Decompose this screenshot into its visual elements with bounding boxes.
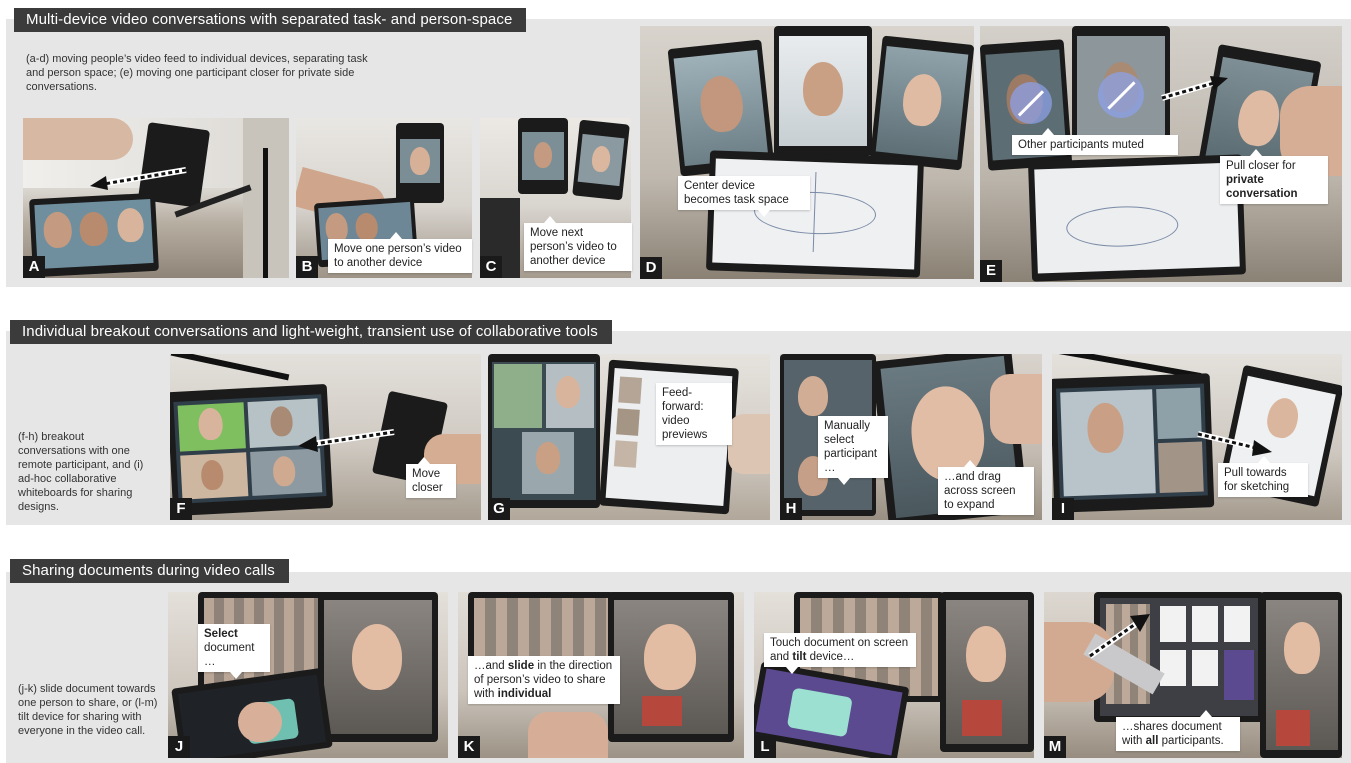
panel-e-label: E (980, 260, 1002, 282)
panel-i-label: I (1052, 498, 1074, 520)
panel-c-callout: Move next person’s video to another devi… (524, 216, 632, 271)
panel-b-callout: Move one person’s video to another devic… (328, 232, 472, 273)
panel-e-arrow (1161, 76, 1228, 101)
panel-m-callout: …shares document with all participants. (1116, 710, 1240, 751)
panel-d-label: D (640, 257, 662, 279)
panel-a-photo: A (23, 118, 289, 278)
panel-d-photo: D (640, 26, 974, 279)
panel-i-arrow (1197, 431, 1272, 456)
panel-g-callout: Feed-forward: video previews (656, 383, 732, 445)
muted-mic-icon-2 (1098, 72, 1144, 118)
panel-c-label: C (480, 256, 502, 278)
panel-j-label: J (168, 736, 190, 758)
panel-f-callout: Move closer (406, 457, 456, 498)
panel-h-callout-select: Manually select participant … (818, 416, 888, 485)
panel-f-label: F (170, 498, 192, 520)
panel-k-label: K (458, 736, 480, 758)
panel-l-photo: L (754, 592, 1034, 758)
panel-i-callout: Pull towards for sketching (1218, 456, 1308, 497)
panel-j-photo: J (168, 592, 448, 758)
section-1-title: Multi-device video conversations with se… (14, 8, 527, 32)
panel-b-label: B (296, 256, 318, 278)
panel-a-label: A (23, 256, 45, 278)
panel-j-callout: Select document … (198, 624, 270, 679)
panel-h-callout-drag: …and drag across screen to expand (938, 460, 1034, 515)
section-2-description: (f-h) breakout conversations with one re… (18, 431, 144, 513)
panel-m-label: M (1044, 736, 1066, 758)
panel-m-arrow (1088, 614, 1150, 659)
panel-e-callout-private: Pull closer for private conversation (1220, 149, 1328, 204)
section-1-description: (a-d) moving people’s video feed to indi… (26, 53, 368, 93)
panel-g-label: G (488, 498, 510, 520)
panel-e-callout-muted: Other participants muted (1012, 128, 1178, 155)
panel-l-callout: Touch document on screen and tilt device… (764, 633, 916, 674)
panel-l-label: L (754, 736, 776, 758)
muted-mic-icon-1 (1010, 82, 1052, 124)
panel-d-callout: Center device becomes task space (678, 176, 810, 217)
panel-a-arrow (90, 167, 187, 190)
panel-k-callout: …and slide in the direction of person’s … (468, 656, 620, 704)
section-3-title: Sharing documents during video calls (10, 559, 289, 583)
section-3-description: (j-k) slide document towards one person … (18, 683, 158, 737)
panel-h-label: H (780, 498, 802, 520)
section-2-title: Individual breakout conversations and li… (10, 320, 612, 344)
panel-f-arrow (298, 429, 395, 452)
